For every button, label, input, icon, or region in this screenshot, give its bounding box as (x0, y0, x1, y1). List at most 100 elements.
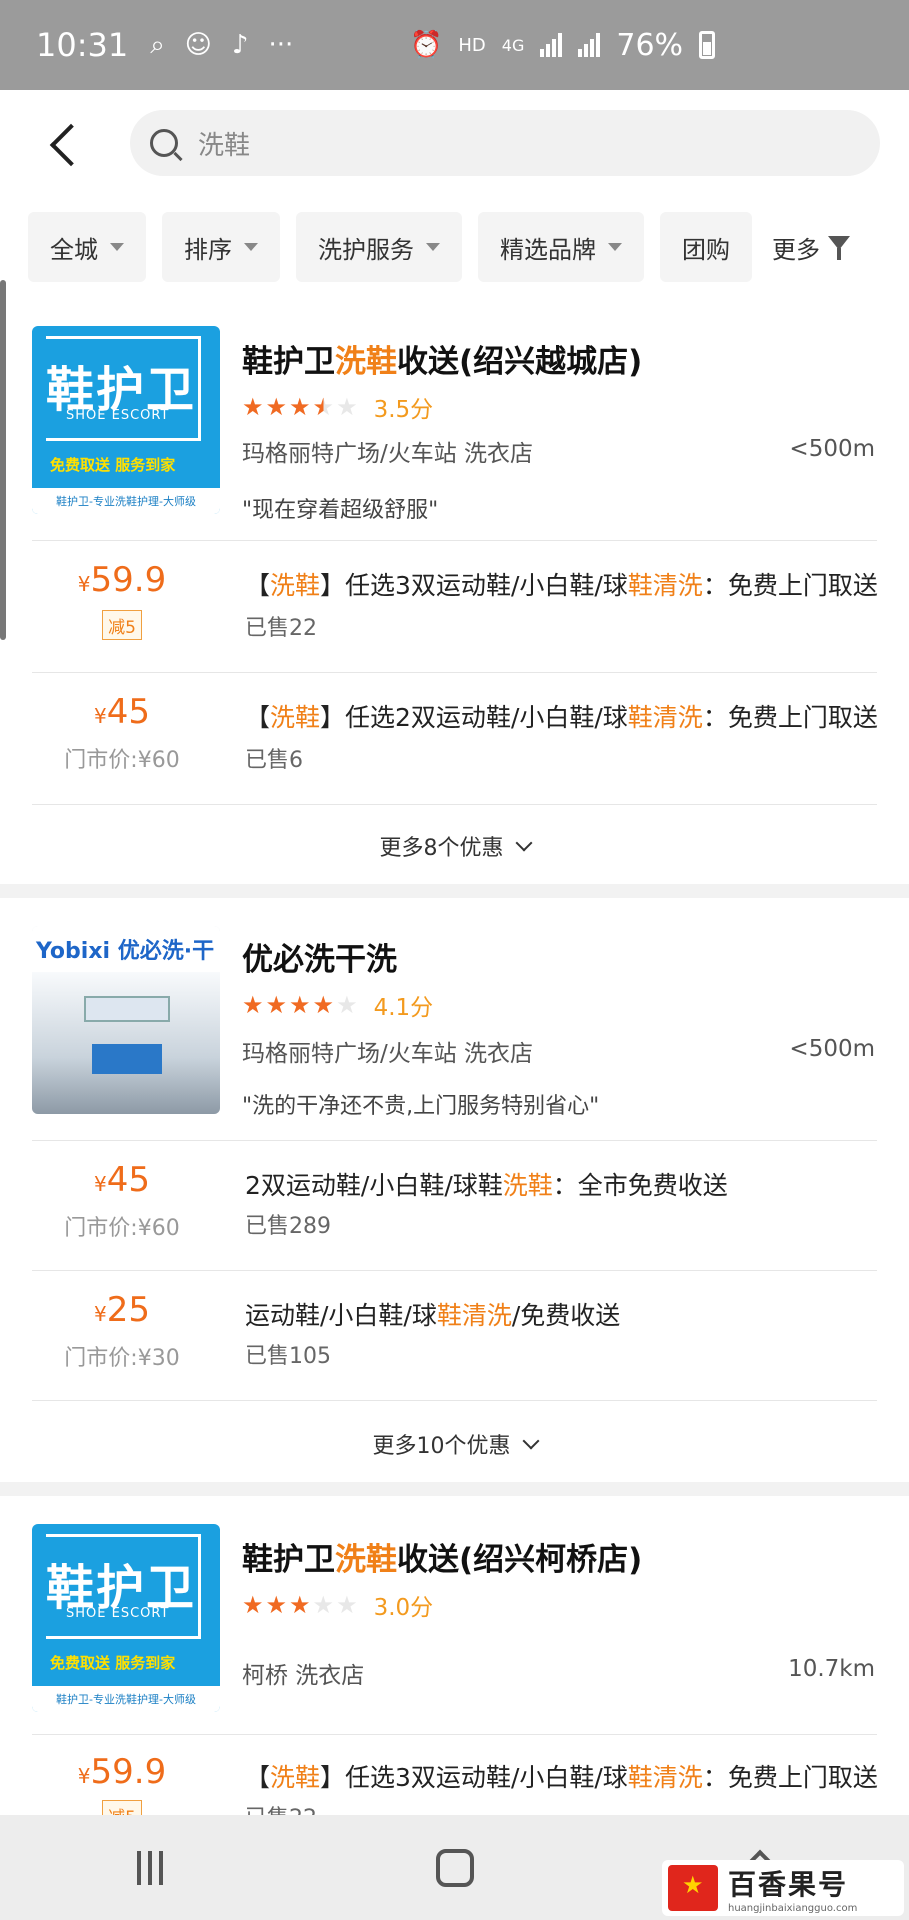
filter-group-buy[interactable]: 团购 (660, 212, 752, 282)
deal-highlight: 鞋清洗 (627, 1763, 703, 1792)
caret-down-icon (426, 243, 440, 251)
filter-sort[interactable]: 排序 (162, 212, 280, 282)
title-text: 收送(绍兴柯桥店) (397, 1542, 643, 1578)
deal-sold: 已售289 (245, 1214, 331, 1239)
star-icon: ★ (289, 393, 311, 421)
network-type-label: 4G (501, 35, 525, 55)
divider (32, 1400, 877, 1401)
deal-text: ：免费上门取送 (702, 571, 878, 600)
recent-apps-icon[interactable] (136, 1850, 163, 1885)
watermark: 百香果号 huangjinbaixiangguo.com (662, 1860, 904, 1916)
watermark-logo-icon (668, 1865, 718, 1911)
filter-more[interactable]: 更多 (772, 230, 854, 265)
alarm-icon: ⏰ (410, 30, 443, 60)
signal-icon (540, 33, 563, 57)
original-price: 门市价:¥60 (64, 748, 180, 773)
deal-title[interactable]: 2双运动鞋/小白鞋/球鞋洗鞋：全市免费收送 (245, 1166, 885, 1202)
empty-star-icon: ★ (336, 1591, 358, 1619)
filter-more-label: 更多 (772, 235, 820, 264)
rating-score: 3.5分 (373, 397, 434, 423)
title-text: 优必洗干洗 (242, 942, 397, 978)
deal-highlight: 洗鞋 (270, 703, 321, 732)
search-notification-icon: ⌕ (150, 29, 165, 60)
thumb-slogan: 免费取送 服务到家 (50, 1654, 176, 1672)
deal-text: 【 (245, 1763, 271, 1792)
rating-score: 4.1分 (373, 995, 434, 1021)
filter-label: 精选品牌 (500, 235, 596, 264)
filter-city[interactable]: 全城 (28, 212, 146, 282)
deal-highlight: 洗鞋 (270, 1763, 321, 1792)
more-deals-button[interactable]: 更多8个优惠 (0, 830, 909, 862)
filter-bar: 全城 排序 洗护服务 精选品牌 团购 更多 (28, 212, 854, 282)
filter-label: 全城 (50, 235, 98, 264)
price-value: 59.9 (90, 560, 167, 600)
tiktok-notification-icon: ♪ (231, 30, 249, 60)
price-value: 45 (106, 692, 150, 732)
search-input[interactable] (198, 128, 758, 158)
shop-title[interactable]: 优必洗干洗 (242, 934, 397, 979)
shop-thumbnail[interactable]: 鞋护卫 SHOE ESCORT 免费取送 服务到家 鞋护卫-专业洗鞋护理-大师级 (32, 326, 220, 514)
thumb-slogan: 免费取送 服务到家 (50, 456, 176, 474)
shop-thumbnail[interactable]: 鞋护卫 SHOE ESCORT 免费取送 服务到家 鞋护卫-专业洗鞋护理-大师级 (32, 1524, 220, 1712)
shop-distance: 10.7km (788, 1656, 875, 1682)
thumb-english: SHOE ESCORT (66, 408, 170, 423)
deal-highlight: 鞋清洗 (627, 703, 703, 732)
chevron-down-icon (515, 834, 532, 852)
more-deals-label: 更多10个优惠 (372, 1434, 511, 1459)
star-icon: ★ (242, 393, 264, 421)
deal-text: ：全市免费收送 (552, 1171, 728, 1200)
reception-desk (92, 1044, 162, 1074)
search-icon (150, 129, 178, 157)
search-box[interactable] (130, 110, 880, 176)
more-deals-button[interactable]: 更多10个优惠 (0, 1428, 909, 1460)
deal-title[interactable]: 运动鞋/小白鞋/球鞋清洗/免费收送 (245, 1296, 885, 1332)
rating: ★ ★ ★ ★ ★ 3.0分 (242, 1588, 433, 1622)
thumb-logo: Yobixi 优必洗·干 (36, 939, 215, 964)
deal-title[interactable]: 【洗鞋】任选3双运动鞋/小白鞋/球鞋清洗：免费上门取送 (245, 566, 885, 602)
shop-title[interactable]: 鞋护卫洗鞋收送(绍兴越城店) (242, 336, 642, 381)
deal-title[interactable]: 【洗鞋】任选3双运动鞋/小白鞋/球鞋清洗：免费上门取送 (245, 1758, 885, 1794)
deal-price: ¥45 (42, 1160, 202, 1200)
divider (32, 540, 877, 541)
deal-sold: 已售105 (245, 1344, 331, 1369)
deal-text: ：免费上门取送 (702, 1763, 878, 1792)
title-highlight: 洗鞋 (335, 1542, 397, 1578)
deal-text: 2双运动鞋/小白鞋/球鞋 (245, 1171, 503, 1200)
shop-thumbnail[interactable]: Yobixi 优必洗·干 (32, 926, 220, 1114)
top-bar (0, 90, 909, 200)
back-arrow-icon[interactable] (42, 118, 82, 172)
empty-star-icon: ★ (312, 1591, 335, 1619)
filter-brand[interactable]: 精选品牌 (478, 212, 644, 282)
divider (32, 672, 877, 673)
deal-highlight: 鞋清洗 (627, 571, 703, 600)
deal-text: 运动鞋/小白鞋/球 (245, 1301, 437, 1330)
deal-text: /免费收送 (511, 1301, 621, 1330)
caret-down-icon (244, 243, 258, 251)
home-icon[interactable] (435, 1848, 474, 1887)
filter-service[interactable]: 洗护服务 (296, 212, 462, 282)
thumb-english: SHOE ESCORT (66, 1606, 170, 1621)
title-text: 鞋护卫 (242, 344, 335, 380)
price-value: 45 (106, 1160, 150, 1200)
deal-title[interactable]: 【洗鞋】任选2双运动鞋/小白鞋/球鞋清洗：免费上门取送 (245, 698, 885, 734)
currency: ¥ (94, 1172, 107, 1196)
divider (32, 1270, 877, 1271)
price-value: 25 (106, 1290, 150, 1330)
thumb-logo-band: Yobixi 优必洗·干 (32, 926, 220, 972)
currency: ¥ (77, 1764, 91, 1788)
deal-text: 【 (245, 571, 271, 600)
shop-distance: <500m (789, 1036, 875, 1062)
star-icon: ★ (242, 1591, 264, 1619)
rating-score: 3.0分 (373, 1595, 434, 1621)
title-text: 收送(绍兴越城店) (397, 344, 643, 380)
thumb-footer: 鞋护卫-专业洗鞋护理-大师级 (32, 488, 220, 514)
battery-icon (699, 31, 716, 59)
shop-title[interactable]: 鞋护卫洗鞋收送(绍兴柯桥店) (242, 1534, 642, 1579)
chevron-down-icon (522, 1432, 539, 1450)
status-time: 10:31 (36, 26, 129, 64)
section-separator (0, 1482, 909, 1496)
deal-text: ：免费上门取送 (702, 703, 878, 732)
shop-area: 玛格丽特广场/火车站 洗衣店 (242, 441, 534, 467)
deal-price: ¥45 (42, 692, 202, 732)
watermark-text: 百香果号 (728, 1867, 849, 1901)
